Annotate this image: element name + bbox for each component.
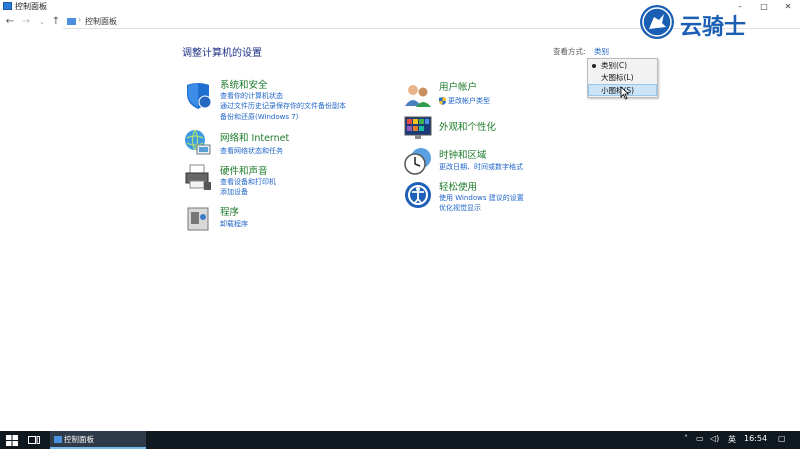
breadcrumb-separator-icon: › (78, 15, 82, 24)
windows-start-icon[interactable] (6, 435, 18, 446)
task-view-icon[interactable] (28, 435, 40, 445)
link-uninstall-program[interactable]: 卸载程序 (220, 219, 248, 229)
link-devices-printers[interactable]: 查看设备和打印机 (220, 177, 276, 187)
breadcrumb[interactable]: 控制面板 (85, 16, 117, 27)
forward-arrow-icon[interactable]: → (20, 14, 32, 30)
chevron-up-icon[interactable]: ˄ (684, 434, 688, 443)
link-change-date-time-format[interactable]: 更改日期、时间或数字格式 (439, 162, 523, 172)
taskbar-app-control-panel[interactable]: 控制面板 (50, 431, 146, 449)
printer-icon[interactable] (183, 162, 213, 192)
view-by-select[interactable]: 类别 (594, 46, 609, 57)
system-tray: ˄ ▭ ◁) 英 16:54 ▢ (680, 431, 800, 449)
view-option-large-icons[interactable]: 大图标(L) (588, 72, 657, 84)
uac-shield-icon (439, 97, 446, 105)
category-programs[interactable]: 程序 (220, 204, 239, 218)
clock-globe-icon[interactable] (403, 146, 433, 176)
shield-icon[interactable] (183, 80, 213, 110)
programs-icon[interactable] (183, 203, 213, 233)
view-by-label: 查看方式: (553, 47, 586, 56)
category-network-internet[interactable]: 网络和 Internet (220, 130, 289, 144)
chevron-down-icon[interactable]: ⌄ (36, 14, 48, 30)
category-appearance[interactable]: 外观和个性化 (439, 119, 496, 133)
category-user-accounts[interactable]: 用户帐户 (439, 79, 477, 93)
knight-logo-icon (640, 5, 674, 39)
notification-icon[interactable]: ▢ (778, 434, 786, 443)
ease-of-access-icon[interactable] (403, 180, 433, 210)
link-view-computer-status[interactable]: 查看你的计算机状态 (220, 91, 283, 101)
category-clock-region[interactable]: 时钟和区域 (439, 147, 487, 161)
link-network-status[interactable]: 查看网络状态和任务 (220, 146, 283, 156)
taskbar: 控制面板 ˄ ▭ ◁) 英 16:54 ▢ (0, 431, 800, 449)
back-arrow-icon[interactable]: ← (4, 14, 16, 30)
category-system-security[interactable]: 系统和安全 (220, 77, 268, 91)
link-backup-restore[interactable]: 备份和还原(Windows 7) (220, 112, 298, 122)
category-ease-of-access[interactable]: 轻松使用 (439, 179, 477, 193)
link-file-history-backup[interactable]: 通过文件历史记录保存你的文件备份副本 (220, 101, 346, 111)
link-optimize-visual-display[interactable]: 优化视觉显示 (439, 203, 481, 213)
watermark-text: 云骑士 (680, 15, 747, 40)
selected-dot-icon (592, 64, 596, 68)
volume-icon[interactable]: ◁) (710, 434, 719, 443)
link-change-account-type[interactable]: 更改帐户类型 (448, 96, 490, 106)
mouse-cursor-icon (620, 86, 630, 100)
network-icon[interactable]: ▭ (696, 434, 704, 443)
view-option-category[interactable]: 类别(C) (588, 60, 657, 72)
clock-time[interactable]: 16:54 (744, 434, 767, 443)
control-panel-icon (54, 436, 62, 443)
folder-icon (67, 18, 76, 25)
window-title: 控制面板 (15, 2, 47, 11)
watermark-logo: 云骑士 (640, 5, 798, 41)
network-globe-icon[interactable] (183, 128, 213, 158)
ime-indicator[interactable]: 英 (728, 434, 736, 445)
monitor-icon[interactable] (403, 113, 433, 143)
control-panel-icon (3, 2, 12, 10)
link-windows-recommended-settings[interactable]: 使用 Windows 建议的设置 (439, 193, 524, 203)
page-title: 调整计算机的设置 (182, 48, 262, 59)
link-add-device[interactable]: 添加设备 (220, 187, 248, 197)
category-hardware-sound[interactable]: 硬件和声音 (220, 163, 268, 177)
users-icon[interactable] (403, 80, 433, 110)
up-arrow-icon[interactable]: ↑ (50, 14, 62, 30)
